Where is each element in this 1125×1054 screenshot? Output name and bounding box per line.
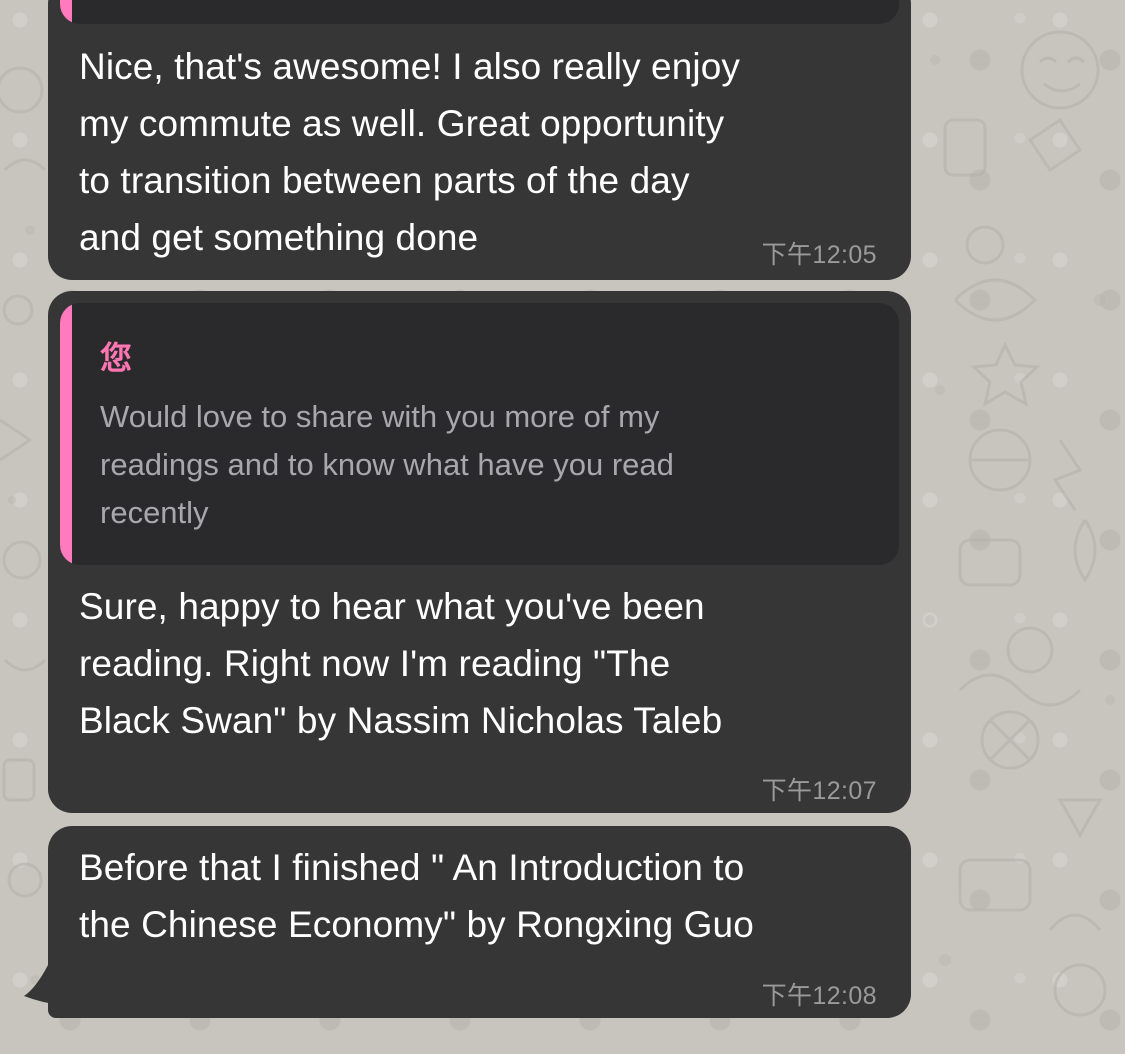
- bubble-tail: [24, 960, 62, 1005]
- reply-quote[interactable]: 您 Would love to share with you more of m…: [60, 303, 899, 565]
- message-text: Before that I finished " An Introduction…: [79, 847, 754, 945]
- message-text: Sure, happy to hear what you've been rea…: [79, 586, 723, 741]
- message-bubble[interactable]: Before that I finished " An Introduction…: [48, 826, 911, 1018]
- message-timestamp: 下午12:05: [761, 241, 877, 269]
- message-text: Nice, that's awesome! I also really enjo…: [79, 46, 741, 258]
- message-timestamp: 下午12:07: [761, 777, 877, 805]
- message-timestamp: 下午12:08: [761, 982, 877, 1010]
- reply-accent-bar: [60, 303, 72, 565]
- message-bubble[interactable]: 您 Would love to share with you more of m…: [48, 291, 911, 813]
- reply-preview-clipped: [60, 0, 899, 24]
- reply-accent-bar: [60, 0, 72, 24]
- message-bubble[interactable]: Nice, that's awesome! I also really enjo…: [48, 0, 911, 280]
- reply-text: Would love to share with you more of my …: [100, 399, 674, 530]
- reply-author: 您: [100, 340, 133, 376]
